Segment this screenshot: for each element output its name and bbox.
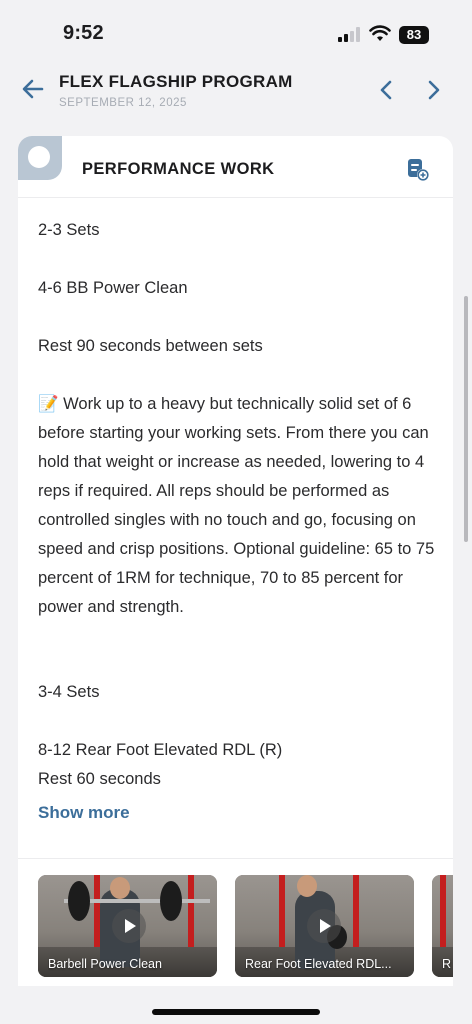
coaching-note: 📝 Work up to a heavy but technically sol… (38, 395, 435, 616)
log-add-icon[interactable] (406, 158, 430, 182)
video-thumbnail[interactable]: Barbell Power Clean (38, 875, 217, 977)
show-more-link[interactable]: Show more (38, 803, 130, 823)
program-title: FLEX FLAGSHIP PROGRAM (59, 72, 293, 91)
sets-line: 3-4 Sets (38, 683, 100, 701)
badge-dot (28, 146, 50, 168)
cellular-signal-icon (338, 27, 360, 42)
video-title: Rear Foot Elevated RDL... (245, 957, 392, 971)
exercise-line: 4-6 BB Power Clean (38, 279, 188, 297)
top-nav-header: FLEX FLAGSHIP PROGRAM SEPTEMBER 12, 2025 (0, 60, 472, 118)
video-thumbnail[interactable]: Rear Foot Elevated RDL... (235, 875, 414, 977)
play-icon[interactable] (307, 909, 341, 943)
video-title: Barbell Power Clean (48, 957, 162, 971)
chevron-right-icon[interactable] (424, 78, 444, 102)
program-date: SEPTEMBER 12, 2025 (59, 97, 187, 109)
status-time: 9:52 (63, 22, 104, 44)
back-arrow-icon[interactable] (20, 76, 46, 102)
bottom-area (0, 986, 472, 1024)
workout-section-card: PERFORMANCE WORK 2-3 Sets 4-6 BB Power C… (18, 136, 453, 1006)
battery-icon: 83 (399, 26, 429, 44)
section-title: PERFORMANCE WORK (82, 160, 275, 178)
wifi-icon (369, 25, 391, 41)
scrollbar[interactable] (464, 296, 468, 542)
divider (18, 858, 453, 859)
video-title: R (442, 957, 452, 971)
sets-line: 2-3 Sets (38, 221, 100, 239)
home-indicator[interactable] (152, 1009, 320, 1015)
status-bar: 9:52 83 (0, 0, 472, 60)
rest-line: Rest 60 seconds (38, 770, 161, 788)
exercise-line: 8-12 Rear Foot Elevated RDL (R) (38, 741, 283, 759)
section-badge-icon (18, 136, 62, 180)
video-thumbnail[interactable]: R (432, 875, 453, 977)
rest-line: Rest 90 seconds between sets (38, 337, 263, 355)
play-icon[interactable] (112, 909, 146, 943)
chevron-left-icon[interactable] (376, 78, 396, 102)
section-header: PERFORMANCE WORK (18, 136, 453, 198)
